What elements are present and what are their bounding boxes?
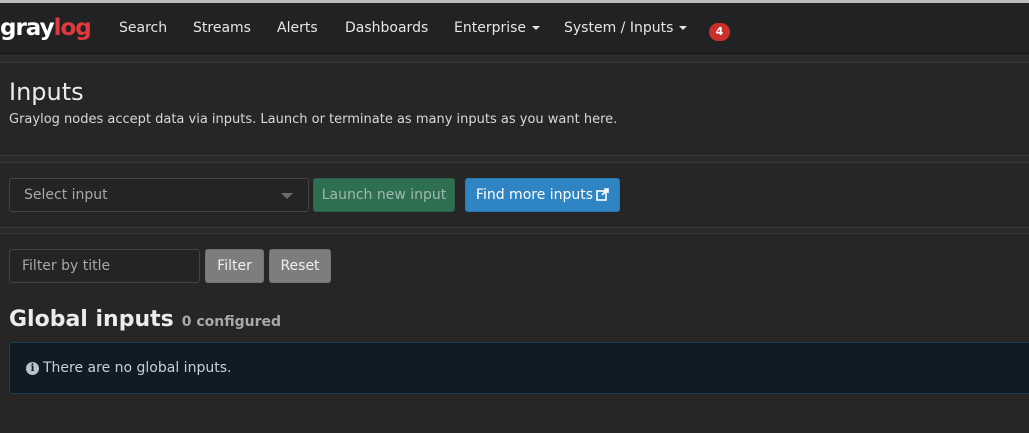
nav-system-dropdown[interactable]: System / Inputs: [564, 3, 688, 54]
input-type-select[interactable]: Select input: [9, 178, 309, 212]
find-more-inputs-button[interactable]: Find more inputs: [465, 178, 620, 212]
external-link-icon: [596, 181, 609, 213]
page-title: Inputs: [9, 78, 84, 106]
nav-streams[interactable]: Streams: [193, 3, 251, 54]
nav-enterprise-dropdown[interactable]: Enterprise: [454, 3, 541, 54]
notification-badge[interactable]: 4: [709, 23, 730, 41]
nav-system-label: System / Inputs: [564, 20, 674, 36]
select-placeholder: Select input: [24, 187, 108, 203]
filter-by-title-input[interactable]: [9, 249, 200, 283]
reset-button[interactable]: Reset: [269, 249, 331, 283]
nav-search[interactable]: Search: [119, 3, 167, 54]
nav-enterprise-label: Enterprise: [454, 20, 527, 36]
launch-new-input-button[interactable]: Launch new input: [313, 178, 455, 212]
global-inputs-title: Global inputs: [9, 307, 174, 332]
chevron-down-icon: [281, 193, 293, 199]
alert-message: There are no global inputs.: [43, 360, 232, 376]
no-global-inputs-alert: i There are no global inputs.: [9, 342, 1029, 394]
find-more-inputs-label: Find more inputs: [475, 187, 594, 203]
page-description: Graylog nodes accept data via inputs. La…: [9, 112, 618, 127]
info-icon: i: [26, 362, 39, 375]
caret-down-icon: [532, 26, 541, 30]
filter-button[interactable]: Filter: [205, 249, 264, 283]
configured-count: 0 configured: [181, 314, 282, 330]
global-inputs-heading: Global inputs 0 configured: [9, 307, 281, 332]
nav-dashboards[interactable]: Dashboards: [345, 3, 428, 54]
nav-alerts[interactable]: Alerts: [277, 3, 318, 54]
page-header-panel: [0, 62, 1029, 156]
caret-down-icon: [679, 26, 688, 30]
top-navbar: graylog Search Streams Alerts Dashboards…: [0, 0, 1029, 54]
graylog-logo[interactable]: graylog: [0, 15, 92, 41]
